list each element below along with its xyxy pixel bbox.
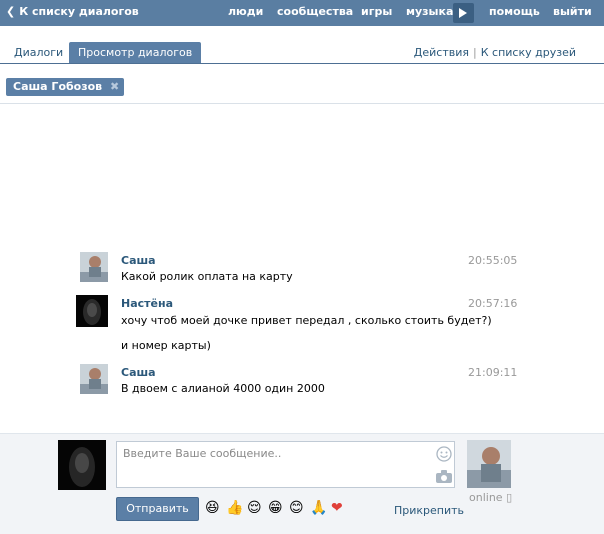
camera-icon[interactable] xyxy=(436,470,452,483)
emoji-heart-icon[interactable]: ❤ xyxy=(331,500,343,516)
user-photo-icon xyxy=(76,295,108,327)
compose-panel: Введите Ваше сообщение.. online ▯ Отправ… xyxy=(0,433,604,534)
actions-link[interactable]: Действия xyxy=(414,46,469,59)
message-text: хочу чтоб моей дочке привет передал , ск… xyxy=(121,314,492,327)
message-text: В двоем с алианой 4000 один 2000 xyxy=(121,382,325,395)
message-placeholder: Введите Ваше сообщение.. xyxy=(123,447,282,460)
friends-list-link[interactable]: К списку друзей xyxy=(481,46,576,59)
emoji-pray-icon[interactable]: 🙏 xyxy=(310,500,327,516)
avatar[interactable] xyxy=(80,252,108,282)
divider xyxy=(0,103,604,104)
message-input[interactable]: Введите Ваше сообщение.. xyxy=(116,441,455,488)
emoji-smile-icon[interactable]: 😊 xyxy=(289,500,304,516)
message-author[interactable]: Саша xyxy=(121,366,156,379)
music-play-button[interactable] xyxy=(453,3,474,23)
back-to-dialogs-link[interactable]: ❮ К списку диалогов xyxy=(6,0,139,26)
nav-music[interactable]: музыка xyxy=(406,0,453,26)
emoji-laughing-icon[interactable]: 😆 xyxy=(205,500,220,516)
user-photo-icon xyxy=(58,440,106,490)
avatar[interactable] xyxy=(76,295,108,327)
smiley-icon[interactable] xyxy=(436,446,452,462)
nav-help[interactable]: помощь xyxy=(489,0,540,26)
close-icon[interactable]: ✖ xyxy=(110,78,119,96)
emoji-thumbs-up-icon[interactable]: 👍 xyxy=(226,500,243,516)
user-photo-icon xyxy=(80,252,108,282)
nav-communities[interactable]: сообщества xyxy=(277,0,353,26)
message-time: 21:09:11 xyxy=(468,366,518,379)
peer-avatar[interactable] xyxy=(467,440,511,488)
nav-logout[interactable]: выйти xyxy=(553,0,592,26)
message-text: и номер карты) xyxy=(121,339,211,352)
dialog-tabs: Диалоги Просмотр диалогов Действия | К спи… xyxy=(0,42,604,64)
message-text: Какой ролик оплата на карту xyxy=(121,270,293,283)
top-navigation-bar: ❮ К списку диалогов люди сообщества игры … xyxy=(0,0,604,26)
user-photo-icon xyxy=(467,440,511,488)
online-status-label: online xyxy=(469,491,503,504)
attach-link[interactable]: Прикрепить xyxy=(394,504,464,517)
play-icon xyxy=(459,8,467,18)
message-author[interactable]: Саша xyxy=(121,254,156,267)
message-author[interactable]: Настёна xyxy=(121,297,173,310)
online-status: online ▯ xyxy=(469,491,512,504)
recipient-chip-label: Саша Гобозов xyxy=(13,80,103,93)
chevron-left-icon: ❮ xyxy=(6,5,16,18)
my-avatar[interactable] xyxy=(58,440,106,490)
tab-view-dialogs[interactable]: Просмотр диалогов xyxy=(69,42,202,63)
tab-dialogs[interactable]: Диалоги xyxy=(14,42,63,63)
message-time: 20:55:05 xyxy=(468,254,518,267)
user-photo-icon xyxy=(80,364,108,394)
actions-separator: | xyxy=(473,46,477,59)
tab-actions: Действия | К списку друзей xyxy=(414,42,576,63)
back-to-dialogs-label: К списку диалогов xyxy=(19,5,139,18)
send-button[interactable]: Отправить xyxy=(116,497,199,521)
message-time: 20:57:16 xyxy=(468,297,518,310)
emoji-relieved-icon[interactable]: 😌 xyxy=(247,500,262,516)
mobile-icon: ▯ xyxy=(506,491,513,504)
recipient-chip[interactable]: Саша Гобозов ✖ xyxy=(6,78,125,96)
nav-games[interactable]: игры xyxy=(361,0,392,26)
nav-people[interactable]: люди xyxy=(228,0,263,26)
avatar[interactable] xyxy=(80,364,108,394)
emoji-grin-icon[interactable]: 😁 xyxy=(268,500,283,516)
